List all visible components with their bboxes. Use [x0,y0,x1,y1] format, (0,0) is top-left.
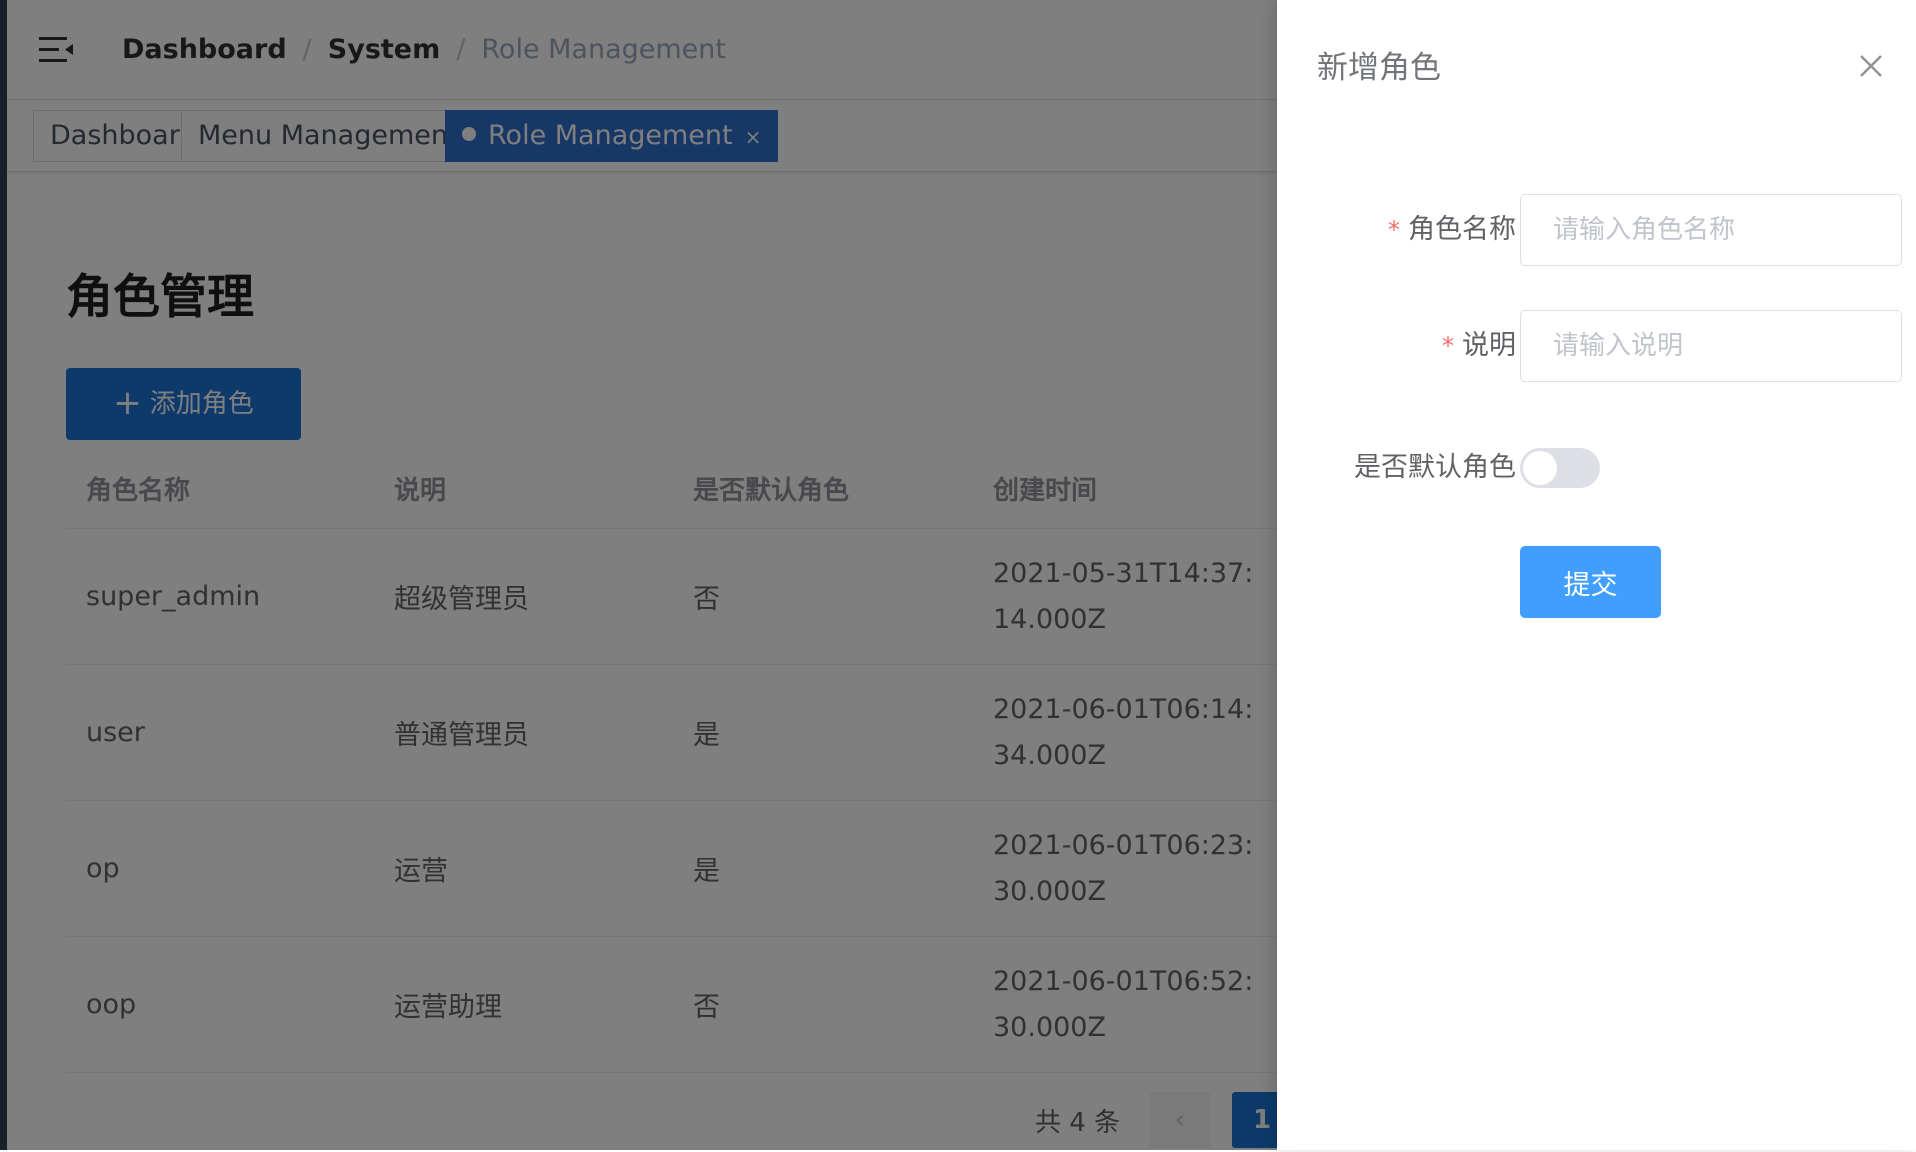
is-default-label: 是否默认角色 [1354,452,1516,483]
drawer-title: 新增角色 [1317,50,1441,86]
description-input[interactable] [1520,310,1902,382]
role-name-label: * 角色名称 [1388,214,1516,245]
add-role-drawer: 新增角色 *角色名称 *说明 是否默认角色 提交 [1277,0,1916,1150]
close-icon[interactable] [1851,46,1891,86]
required-asterisk: * [1442,332,1454,360]
required-asterisk: * [1388,216,1400,244]
toggle-knob [1523,451,1557,485]
description-label: * 说明 [1442,330,1516,361]
submit-button[interactable]: 提交 [1520,546,1661,618]
is-default-toggle[interactable] [1520,448,1600,488]
role-name-input[interactable] [1520,194,1902,266]
